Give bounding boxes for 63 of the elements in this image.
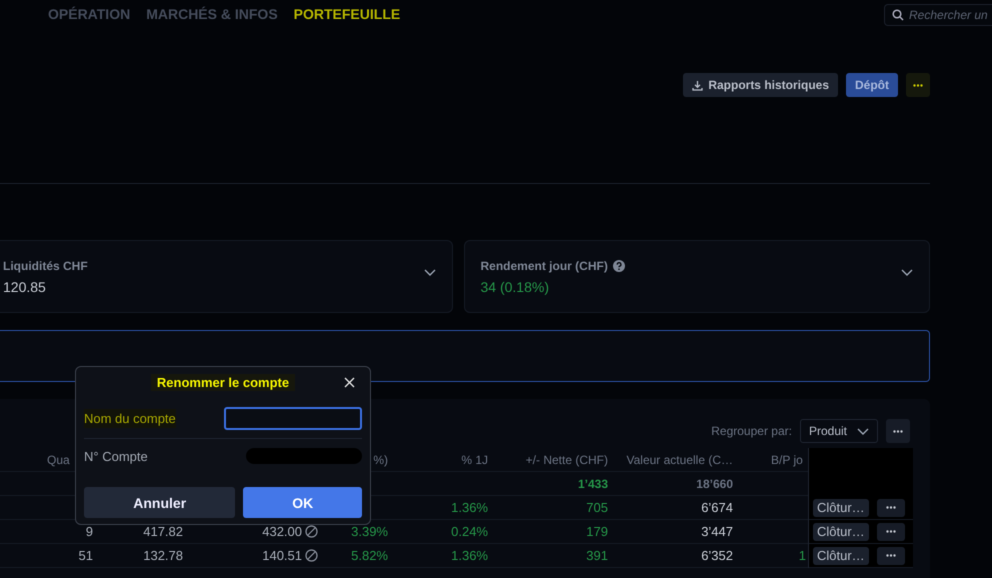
search-field[interactable]: Rechercher un [884,4,992,26]
dialog-title: Renommer le compte [150,374,296,391]
column-header: Qua [47,452,70,466]
column-header: Valeur actuelle (C… [626,452,733,466]
more-button[interactable] [906,73,930,97]
group-by-label: Regrouper par: [711,424,792,438]
card-value: 120.85 [3,279,47,295]
nav-tab[interactable]: PORTEFEUILLE [294,6,400,22]
card-label: Liquidités CHF [3,259,88,273]
more-button[interactable] [876,498,905,516]
table-cell: 417.82 [143,524,183,539]
more-button[interactable] [876,546,905,564]
table-cell: 132.78 [143,548,183,563]
field-label: Nom du compte [84,408,176,428]
table-cell: 0.24% [451,524,488,539]
more-button[interactable] [876,522,905,540]
chevron-down-icon [901,269,913,276]
column-header: B/P jo [771,452,803,466]
download-icon [692,80,704,90]
more-icon [886,530,896,533]
table-cell: 9 [86,524,93,539]
ok-button[interactable]: OK [243,487,362,518]
table-cell: 18’660 [696,476,733,490]
chevron-down-icon [857,428,869,434]
table-cell: 1.36% [451,500,488,515]
table-cell: 432.00 [262,524,302,539]
account-name-field[interactable] [224,406,362,430]
table-cell: 51 [78,548,93,563]
deposit-button[interactable]: Dépôt [846,73,898,97]
close-position-button[interactable]: Clôtur… [813,522,869,540]
close-position-button[interactable]: Clôtur… [813,498,869,516]
reports-button[interactable]: Rapports historiques [683,73,838,97]
table-cell: 1 [798,548,806,563]
table-cell: 5.82% [351,548,388,563]
table-cell: 1’433 [578,476,608,490]
table-cell: 3’447 [701,524,733,539]
more-button[interactable] [886,419,910,443]
field-label: N° Compte [84,448,149,464]
table-cell: 705 [586,500,608,515]
column-header: % 1J [461,452,488,466]
more-icon [913,84,923,86]
more-icon [886,554,896,557]
table-cell: 6’674 [701,500,733,515]
chevron-down-icon [424,269,436,276]
search-icon [892,9,904,21]
table-cell: 179 [586,524,608,539]
table-cell: 391 [586,548,608,563]
close-button[interactable] [343,376,356,389]
more-icon [893,430,903,432]
group-by-dropdown[interactable]: Produit [800,419,878,443]
table-cell: 140.51 [262,548,302,563]
close-position-button[interactable]: Clôtur… [813,546,869,564]
prohibited-icon [305,549,318,562]
column-header: +/- Nette (CHF) [526,452,608,466]
table-cell: 1.36% [451,548,488,563]
prohibited-icon [305,525,318,538]
card-label: Rendement jour (CHF) [480,259,608,273]
more-icon [886,506,896,509]
cancel-button[interactable]: Annuler [84,487,236,518]
table-cell: 6’352 [701,548,733,563]
table-cell: 3.39% [351,524,388,539]
column-header: %) [373,452,388,466]
card-value: 34 (0.18%) [480,279,550,295]
